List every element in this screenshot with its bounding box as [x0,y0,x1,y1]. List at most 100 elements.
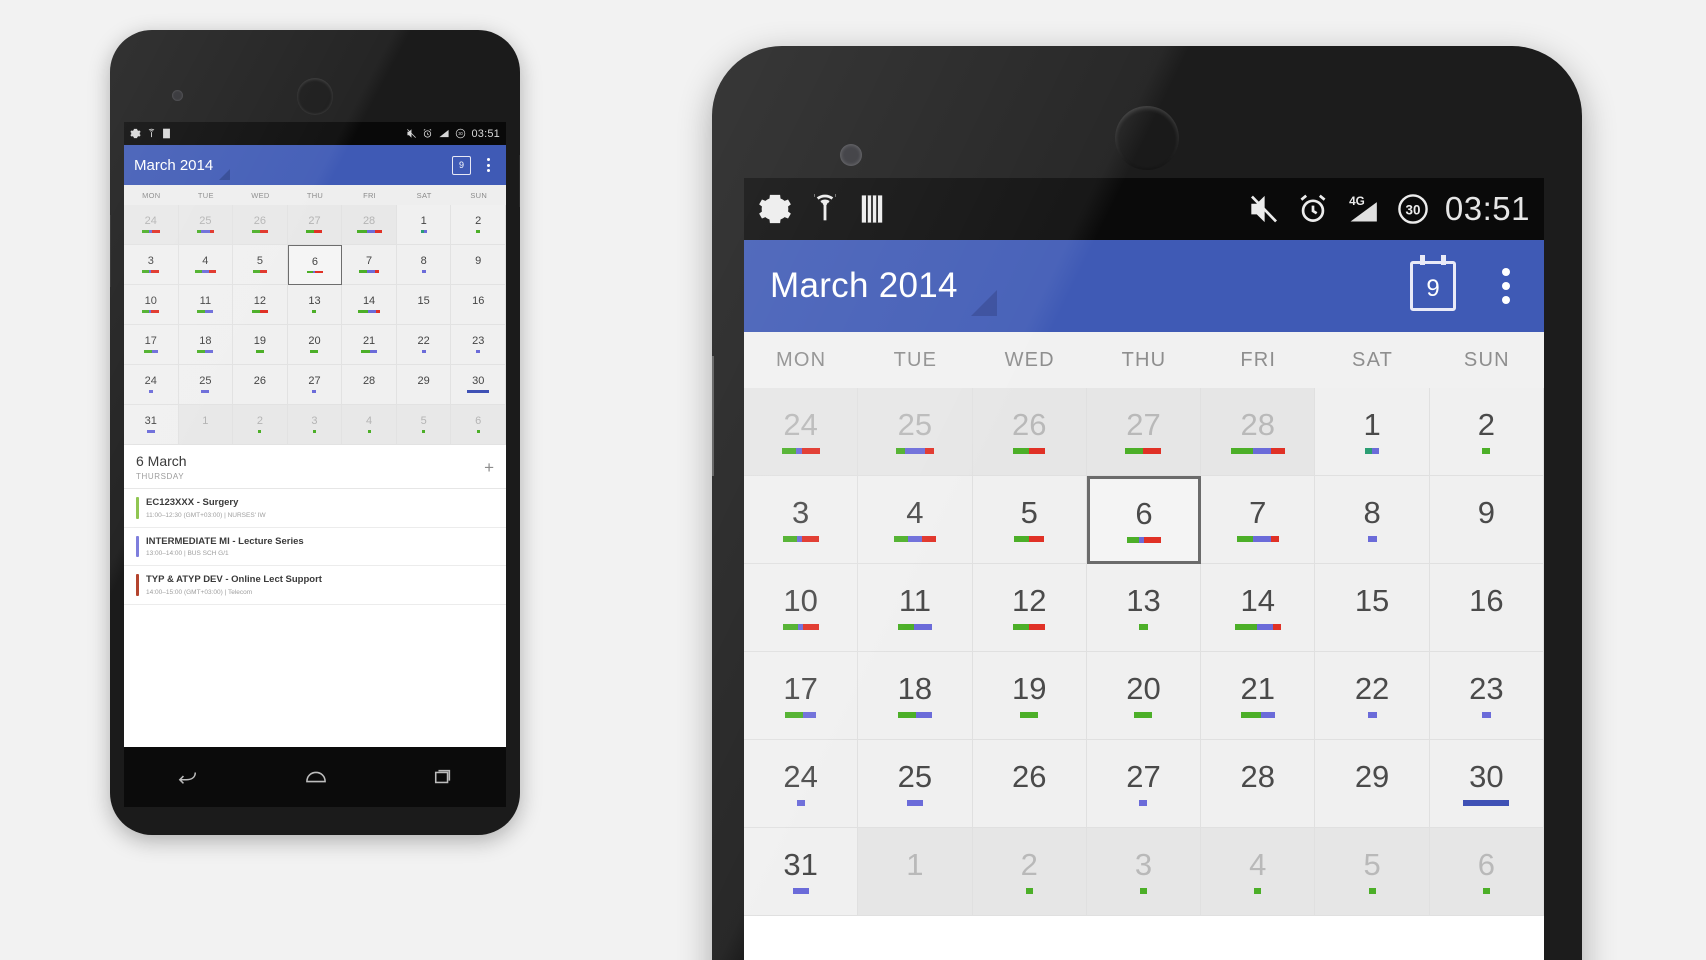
home-icon[interactable] [303,767,329,787]
agenda-event-row[interactable]: TYP & ATYP DEV - Online Lect Support 14:0… [124,566,506,605]
calendar-day-cell[interactable]: 14 [342,285,397,325]
calendar-day-cell[interactable]: 4 [1201,828,1316,916]
calendar-day-cell[interactable]: 29 [396,365,452,405]
calendar-day-cell[interactable]: 8 [1315,476,1430,564]
calendar-day-cell[interactable]: 6 [451,405,506,445]
calendar-day-cell[interactable]: 9 [1429,476,1544,564]
calendar-day-cell[interactable]: 12 [233,285,288,325]
calendar-day-cell[interactable]: 3 [744,476,859,564]
volume-button[interactable] [110,215,111,287]
calendar-day-cell[interactable]: 31 [124,405,179,445]
calendar-day-cell[interactable]: 10 [124,285,179,325]
calendar-day-cell[interactable]: 10 [744,564,859,652]
calendar-day-cell[interactable]: 6 [1429,828,1544,916]
calendar-day-cell[interactable]: 29 [1315,740,1430,828]
calendar-day-cell[interactable]: 2 [1429,388,1544,476]
calendar-day-cell[interactable]: 14 [1201,564,1316,652]
calendar-day-cell[interactable]: 26 [972,740,1087,828]
calendar-day-cell[interactable]: 19 [972,652,1087,740]
calendar-day-cell[interactable]: 13 [1086,564,1202,652]
calendar-day-cell[interactable]: 1 [178,405,234,445]
agenda-event-row[interactable]: INTERMEDIATE MI - Lecture Series 13:00–14… [124,528,506,567]
calendar-day-cell-selected[interactable]: 6 [287,245,343,285]
calendar-day-cell[interactable]: 23 [451,325,506,365]
calendar-day-cell[interactable]: 2 [451,205,506,245]
dropdown-triangle-icon[interactable] [970,290,997,316]
calendar-day-cell[interactable]: 13 [287,285,343,325]
calendar-day-cell[interactable]: 30 [451,365,506,405]
calendar-day-cell[interactable]: 1 [858,828,973,916]
calendar-day-cell[interactable]: 27 [1086,740,1202,828]
calendar-day-cell[interactable]: 26 [233,205,288,245]
calendar-grid-large[interactable]: 24 25 26 27 28 1 2 3 4 5 6 7 8 9 10 11 12 13 14 15 16 17 18 19 2… [744,388,1544,916]
calendar-day-cell[interactable]: 11 [178,285,234,325]
calendar-day-cell[interactable]: 31 [744,828,859,916]
calendar-day-cell[interactable]: 21 [1201,652,1316,740]
calendar-day-cell[interactable]: 17 [124,325,179,365]
calendar-day-cell[interactable]: 2 [233,405,288,445]
calendar-day-cell[interactable]: 22 [1315,652,1430,740]
calendar-day-cell[interactable]: 16 [451,285,506,325]
calendar-day-cell[interactable]: 5 [396,405,452,445]
calendar-day-cell[interactable]: 27 [287,205,343,245]
calendar-day-cell[interactable]: 7 [1201,476,1316,564]
calendar-day-cell[interactable]: 1 [396,205,452,245]
system-navigation-bar[interactable] [124,747,506,807]
calendar-day-cell[interactable]: 3 [124,245,179,285]
calendar-day-cell[interactable]: 28 [342,205,397,245]
calendar-day-cell[interactable]: 7 [342,245,397,285]
kebab-menu-icon[interactable] [1502,268,1510,304]
calendar-day-cell[interactable]: 5 [233,245,288,285]
calendar-day-cell[interactable]: 27 [1086,388,1202,476]
calendar-day-cell[interactable]: 28 [1201,388,1316,476]
calendar-day-cell[interactable]: 4 [342,405,397,445]
recents-icon[interactable] [431,767,455,787]
calendar-day-cell[interactable]: 18 [178,325,234,365]
calendar-day-cell[interactable]: 21 [342,325,397,365]
calendar-day-cell[interactable]: 3 [287,405,343,445]
calendar-day-cell[interactable]: 11 [858,564,973,652]
calendar-day-cell[interactable]: 16 [1429,564,1544,652]
calendar-day-cell[interactable]: 5 [1315,828,1430,916]
calendar-day-cell[interactable]: 4 [858,476,973,564]
calendar-grid-small[interactable]: 24 25 26 27 28 1 2 3 4 5 6 7 8 9 10 11 12 13 14 15 16 17 18 19 2… [124,205,506,445]
calendar-today-icon[interactable]: 9 [452,155,471,175]
calendar-day-cell[interactable]: 22 [396,325,452,365]
power-button[interactable] [519,155,520,207]
calendar-day-cell[interactable]: 19 [233,325,288,365]
dropdown-triangle-icon[interactable] [219,169,231,180]
calendar-day-cell[interactable]: 24 [744,388,859,476]
calendar-day-cell[interactable]: 17 [744,652,859,740]
calendar-day-cell[interactable]: 3 [1086,828,1202,916]
calendar-day-cell[interactable]: 24 [124,365,179,405]
calendar-day-cell[interactable]: 9 [451,245,506,285]
volume-button-large[interactable] [712,356,714,476]
calendar-day-cell[interactable]: 25 [858,740,973,828]
calendar-day-cell[interactable]: 28 [342,365,397,405]
calendar-day-cell[interactable]: 2 [972,828,1087,916]
calendar-day-cell[interactable]: 25 [858,388,973,476]
kebab-menu-icon[interactable] [487,158,490,172]
calendar-day-cell[interactable]: 15 [396,285,452,325]
add-event-button[interactable]: + [484,459,494,476]
calendar-day-cell[interactable]: 23 [1429,652,1544,740]
calendar-day-cell[interactable]: 27 [287,365,343,405]
calendar-day-cell[interactable]: 20 [1086,652,1202,740]
calendar-day-cell[interactable]: 26 [972,388,1087,476]
calendar-day-cell[interactable]: 12 [972,564,1087,652]
calendar-day-cell[interactable]: 28 [1201,740,1316,828]
back-icon[interactable] [175,767,201,787]
calendar-day-cell[interactable]: 24 [124,205,179,245]
calendar-day-cell[interactable]: 26 [233,365,288,405]
calendar-day-cell[interactable]: 1 [1315,388,1430,476]
calendar-day-cell[interactable]: 20 [287,325,343,365]
calendar-day-cell-selected[interactable]: 6 [1086,476,1202,564]
calendar-day-cell[interactable]: 4 [178,245,234,285]
calendar-day-cell[interactable]: 8 [396,245,452,285]
calendar-day-cell[interactable]: 25 [178,365,234,405]
calendar-day-cell[interactable]: 24 [744,740,859,828]
calendar-today-icon[interactable]: 9 [1410,255,1456,311]
calendar-day-cell[interactable]: 15 [1315,564,1430,652]
calendar-day-cell[interactable]: 5 [972,476,1087,564]
calendar-day-cell[interactable]: 30 [1429,740,1544,828]
